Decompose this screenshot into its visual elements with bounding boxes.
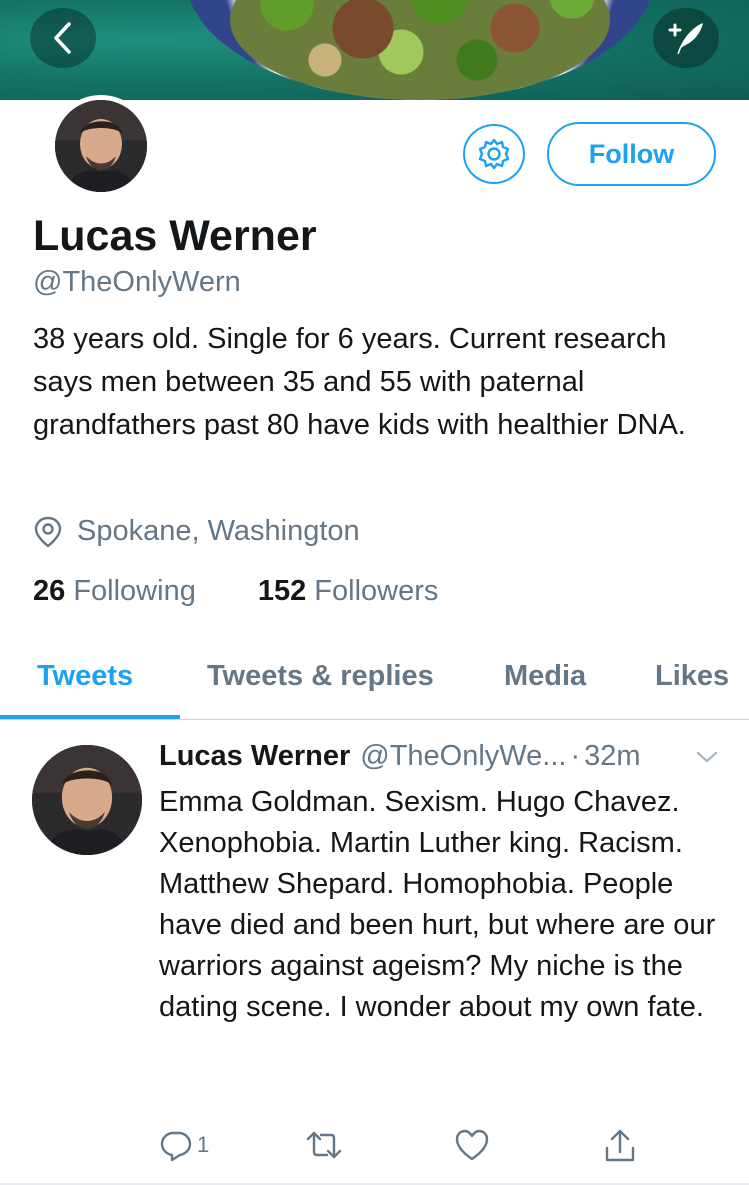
tweet-menu-button[interactable] — [694, 747, 720, 772]
profile-display-name: Lucas Werner — [33, 212, 317, 260]
followers-label: Followers — [314, 575, 439, 607]
chevron-down-icon — [696, 751, 718, 763]
tab-tweets[interactable]: Tweets — [37, 660, 133, 693]
banner-image-food — [230, 0, 610, 100]
follow-button[interactable]: Follow — [547, 122, 716, 186]
followers-stat[interactable]: 152 Followers — [258, 575, 439, 608]
profile-tabs: Tweets Tweets & replies Media Likes — [0, 648, 749, 720]
profile-handle: @TheOnlyWern — [33, 266, 241, 298]
like-button[interactable] — [454, 1128, 490, 1162]
share-button[interactable] — [603, 1128, 637, 1164]
profile-location: Spokane, Washington — [33, 515, 360, 548]
header-banner — [0, 0, 749, 100]
tweet-header: Lucas Werner @TheOnlyWe... · 32m — [159, 740, 641, 773]
location-pin-icon — [34, 516, 62, 547]
reply-button[interactable]: 1 — [159, 1128, 209, 1162]
following-label: Following — [73, 575, 196, 607]
tweet-author-handle[interactable]: @TheOnlyWe... — [360, 740, 566, 773]
tab-media[interactable]: Media — [504, 660, 586, 693]
active-tab-indicator — [0, 715, 180, 719]
settings-button[interactable] — [463, 124, 525, 184]
profile-stats: 26 Following 152 Followers — [33, 575, 438, 608]
following-count: 26 — [33, 575, 66, 607]
profile-bio: 38 years old. Single for 6 years. Curren… — [33, 323, 686, 441]
retweet-icon — [306, 1131, 342, 1159]
profile-avatar[interactable] — [50, 95, 152, 197]
tweet-timestamp: 32m — [584, 740, 641, 772]
profile-photo — [55, 100, 147, 192]
like-icon — [455, 1129, 489, 1161]
compose-tweet-button[interactable] — [653, 8, 719, 68]
back-button[interactable] — [30, 8, 96, 68]
gear-icon — [478, 138, 510, 170]
compose-tweet-icon — [668, 23, 703, 55]
location-text: Spokane, Washington — [77, 515, 360, 547]
tweet-avatar[interactable] — [32, 745, 142, 855]
share-icon — [605, 1129, 635, 1162]
following-stat[interactable]: 26 Following — [33, 575, 196, 608]
followers-count: 152 — [257, 575, 307, 607]
tweet-author-name[interactable]: Lucas Werner — [159, 740, 350, 773]
chevron-left-icon — [54, 22, 71, 54]
tweet-author-photo — [32, 745, 142, 855]
tweet-actions: 1 — [0, 1128, 749, 1172]
tab-likes[interactable]: Likes — [655, 660, 729, 693]
reply-icon — [160, 1131, 192, 1162]
tab-tweets-replies[interactable]: Tweets & replies — [207, 660, 434, 693]
reply-count: 1 — [197, 1132, 210, 1157]
tweet-text: Emma Goldman. Sexism. Hugo Chavez. Xenop… — [159, 786, 716, 1023]
retweet-button[interactable] — [305, 1128, 343, 1162]
tweet-separator: · — [570, 740, 581, 772]
